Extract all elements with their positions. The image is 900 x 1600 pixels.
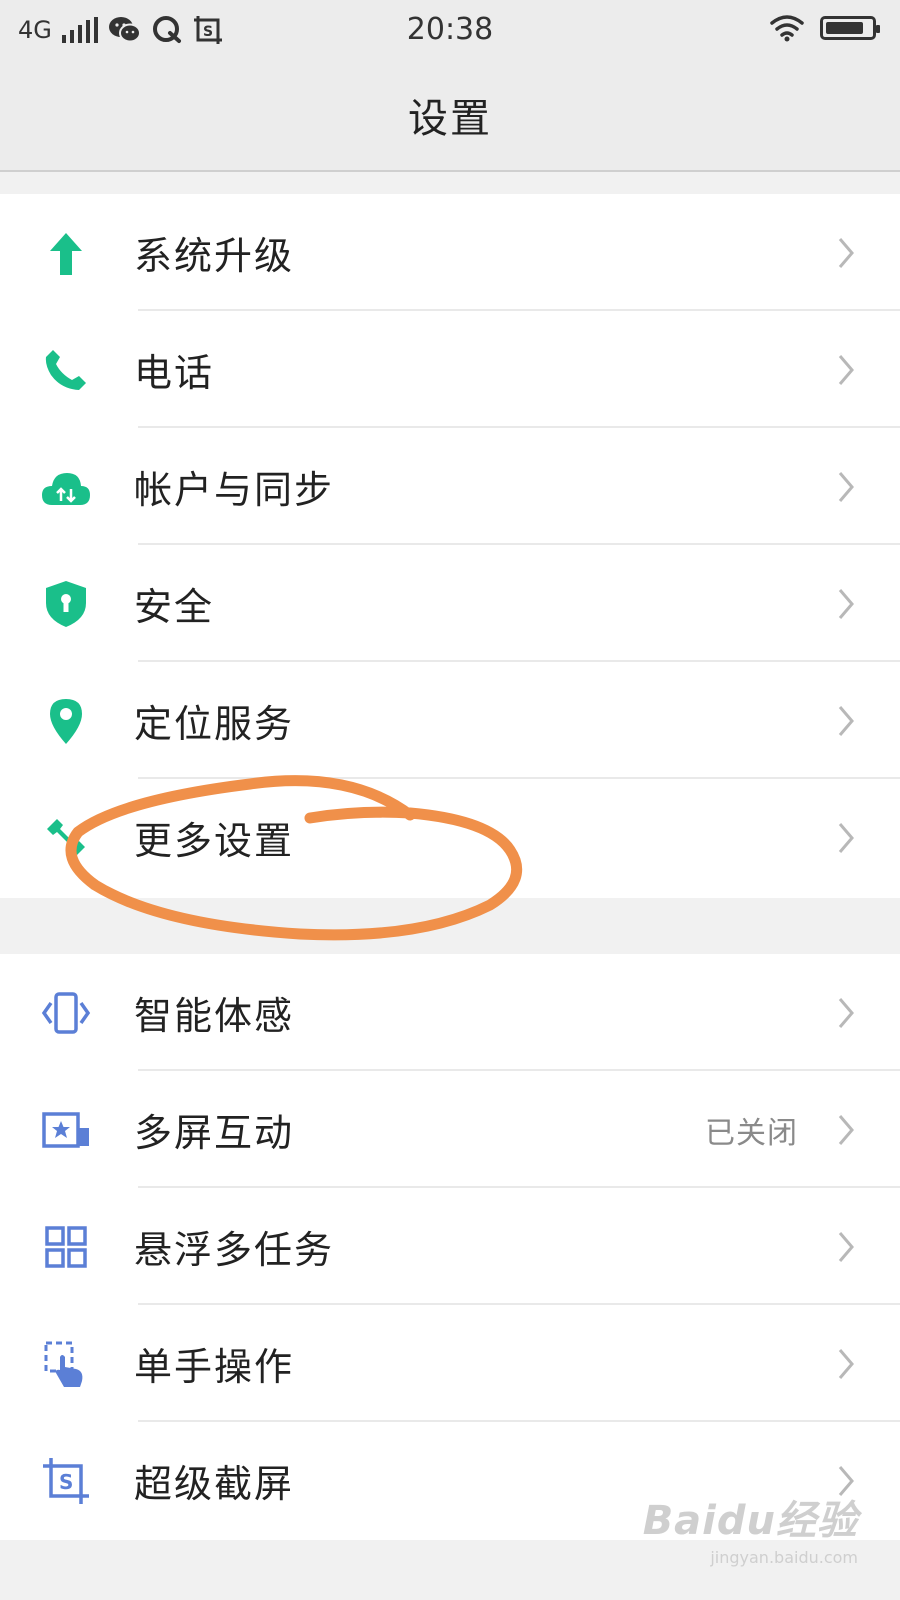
battery-icon	[820, 16, 880, 40]
settings-item-one-hand[interactable]: 单手操作	[0, 1305, 900, 1422]
chevron-right-icon	[838, 822, 854, 853]
chevron-right-icon	[838, 1231, 854, 1262]
settings-item-multiscreen[interactable]: 多屏互动 已关闭	[0, 1071, 900, 1188]
settings-item-floating-multitask[interactable]: 悬浮多任务	[0, 1188, 900, 1305]
multiscreen-icon	[40, 1104, 92, 1156]
settings-item-label: 单手操作	[134, 1345, 295, 1389]
settings-item-phone[interactable]: 电话	[0, 311, 900, 428]
upgrade-arrow-icon	[40, 227, 92, 279]
chevron-right-icon	[838, 471, 854, 502]
settings-item-security[interactable]: 安全	[0, 545, 900, 662]
settings-item-label: 多屏互动	[134, 1111, 295, 1155]
settings-item-location[interactable]: 定位服务	[0, 662, 900, 779]
settings-item-label: 系统升级	[134, 234, 295, 278]
multitask-icon	[40, 1221, 92, 1273]
title-bar: 设置	[0, 60, 900, 172]
clock: 20:38	[406, 12, 494, 47]
settings-item-label: 安全	[134, 585, 215, 629]
settings-item-label: 超级截屏	[134, 1462, 295, 1506]
one-hand-icon	[40, 1338, 92, 1390]
watermark-url: jingyan.baidu.com	[710, 1548, 858, 1567]
battery-fill	[826, 22, 864, 34]
chevron-right-icon	[838, 237, 854, 268]
settings-item-account-sync[interactable]: 帐户与同步	[0, 428, 900, 545]
screenshot-icon: S	[40, 1455, 92, 1507]
settings-item-label: 帐户与同步	[134, 468, 335, 512]
baidu-jingyan-watermark: Baidu经验 jingyan.baidu.com	[643, 1488, 858, 1567]
cloud-sync-icon	[40, 461, 92, 513]
chevron-right-icon	[838, 354, 854, 385]
svg-text:S: S	[59, 1470, 73, 1494]
watermark-logo: Baidu经验	[642, 1498, 858, 1544]
page-title: 设置	[408, 96, 492, 142]
settings-item-label: 定位服务	[134, 702, 295, 746]
chevron-right-icon	[838, 1114, 854, 1145]
status-bar: 4G S 20:38	[0, 0, 900, 60]
location-pin-icon	[40, 695, 92, 747]
wrench-icon	[40, 812, 92, 864]
settings-item-more-settings[interactable]: 更多设置	[0, 779, 900, 896]
settings-group-1: 系统升级 电话 帐户与同步 安全 定位服务 更多设置	[0, 194, 900, 898]
phone-icon	[40, 344, 92, 396]
settings-item-label: 更多设置	[134, 819, 295, 863]
settings-group-2: 智能体感 多屏互动 已关闭 悬浮多任务 单手操作 S 超级截屏	[0, 954, 900, 1540]
motion-phone-icon	[40, 987, 92, 1039]
settings-item-label: 悬浮多任务	[134, 1228, 335, 1272]
chevron-right-icon	[838, 705, 854, 736]
chevron-right-icon	[838, 1348, 854, 1379]
chevron-right-icon	[838, 588, 854, 619]
shield-icon	[40, 578, 92, 630]
wifi-icon	[770, 15, 804, 42]
settings-item-system-upgrade[interactable]: 系统升级	[0, 194, 900, 311]
status-value: 已关闭	[705, 1115, 798, 1151]
status-right	[770, 14, 880, 42]
settings-item-label: 电话	[134, 351, 215, 395]
chevron-right-icon	[838, 997, 854, 1028]
settings-item-smart-motion[interactable]: 智能体感	[0, 954, 900, 1071]
settings-item-label: 智能体感	[134, 994, 295, 1038]
